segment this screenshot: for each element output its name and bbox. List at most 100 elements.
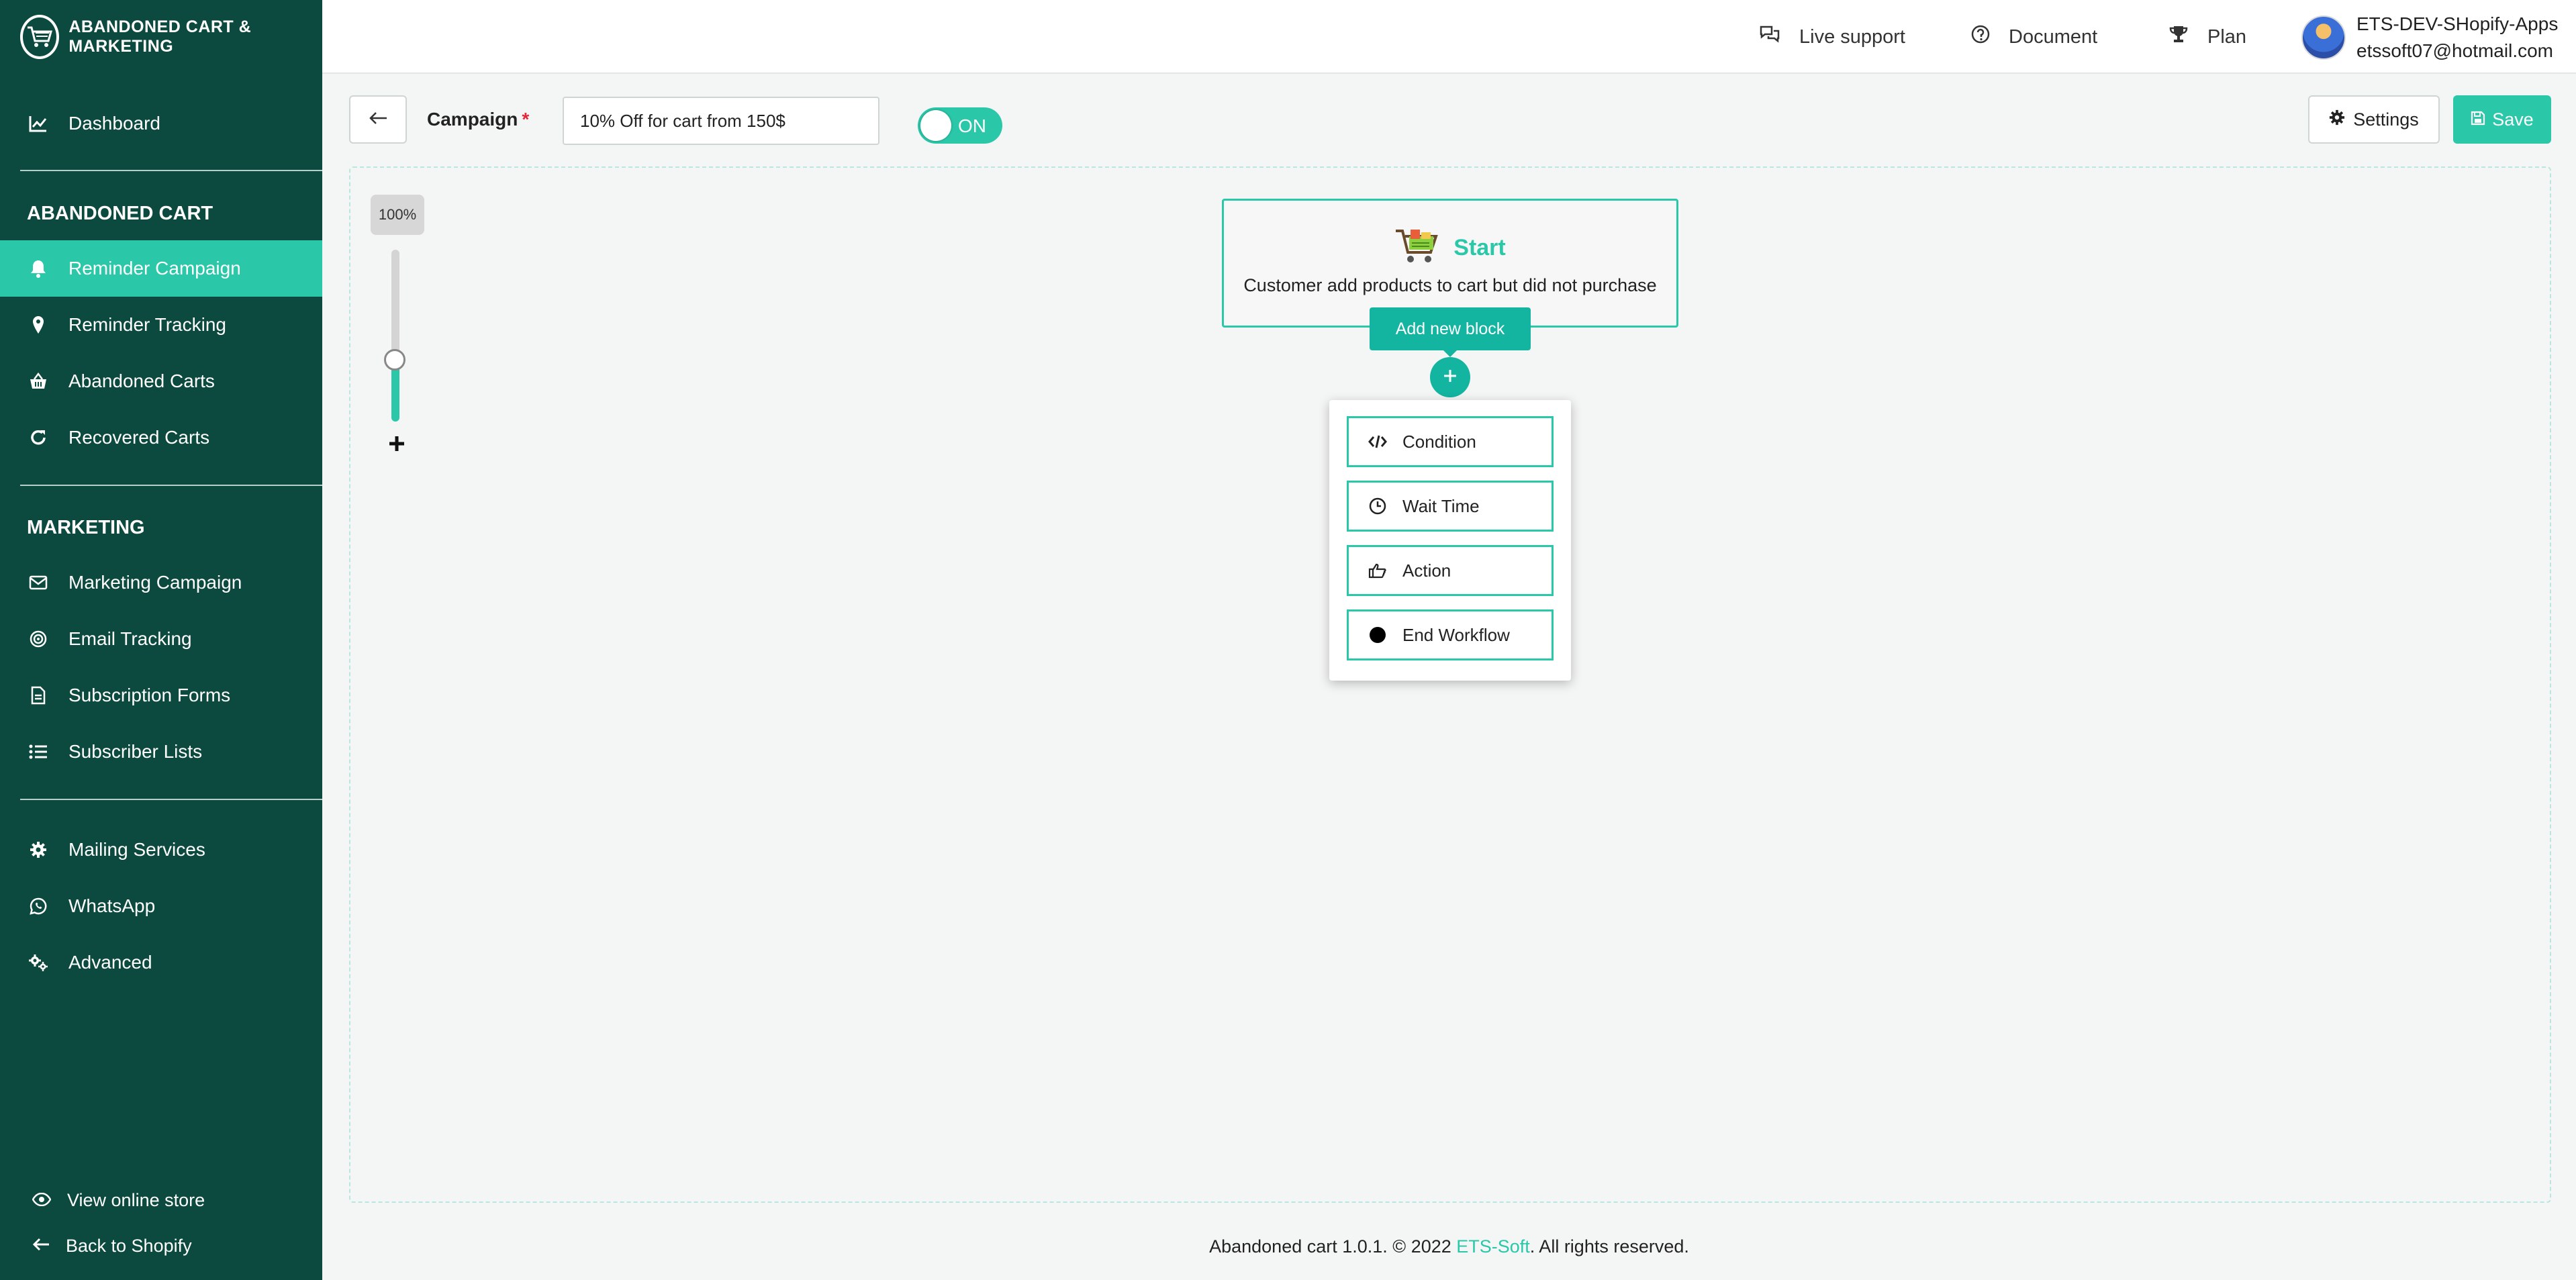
list-icon (28, 742, 48, 762)
sidebar-item-abandoned-carts[interactable]: Abandoned Carts (0, 353, 322, 409)
footer-ets-soft-link[interactable]: ETS-Soft (1456, 1236, 1530, 1257)
sidebar-item-label: Subscription Forms (68, 685, 231, 705)
campaign-status-toggle[interactable]: ON (918, 107, 1002, 144)
sidebar-item-email-tracking[interactable]: Email Tracking (0, 611, 322, 667)
sidebar-item-marketing-campaign[interactable]: Marketing Campaign (0, 554, 322, 611)
gear-icon (2329, 109, 2345, 130)
plus-icon (385, 436, 408, 458)
required-mark: * (522, 109, 530, 130)
map-pin-icon (28, 315, 48, 335)
save-label: Save (2492, 109, 2534, 130)
tooltip-arrow (1442, 349, 1458, 357)
sidebar-item-label: Email Tracking (68, 628, 192, 649)
clock-icon (1368, 496, 1388, 516)
toggle-label: ON (958, 115, 986, 136)
arrow-left-icon (32, 1236, 50, 1257)
hand-pointer-icon (1368, 560, 1388, 581)
back-button[interactable] (349, 95, 407, 144)
sidebar-item-whatsapp[interactable]: WhatsApp (0, 878, 322, 934)
trophy-icon (2168, 25, 2189, 49)
document-label: Document (2009, 26, 2098, 48)
section-heading-abandoned-cart: ABANDONED CART (27, 203, 213, 224)
menu-option-action[interactable]: Action (1347, 545, 1554, 596)
shop-info: ETS-DEV-SHopify-Apps etssoft07@hotmail.c… (2356, 11, 2558, 64)
sidebar-item-label: Reminder Campaign (68, 258, 241, 279)
sidebar-divider (20, 485, 322, 486)
back-to-shopify-link[interactable]: Back to Shopify (0, 1226, 322, 1266)
view-online-store-link[interactable]: View online store (0, 1180, 322, 1220)
save-button[interactable]: Save (2453, 95, 2551, 144)
settings-label: Settings (2353, 109, 2419, 130)
sidebar-item-label: Marketing Campaign (68, 572, 242, 593)
menu-option-end-workflow[interactable]: End Workflow (1347, 609, 1554, 660)
gears-icon (28, 952, 48, 973)
zoom-in-button[interactable] (385, 432, 408, 455)
campaign-label-text: Campaign (427, 109, 518, 130)
menu-option-label: Condition (1402, 431, 1476, 452)
settings-button[interactable]: Settings (2308, 95, 2440, 144)
footer-prefix: Abandoned cart 1.0.1. © 2022 (1209, 1236, 1457, 1257)
shop-email: etssoft07@hotmail.com (2356, 40, 2553, 61)
shop-avatar (2301, 15, 2346, 60)
shop-account[interactable]: ETS-DEV-SHopify-Apps etssoft07@hotmail.c… (2301, 11, 2558, 64)
footer: Abandoned cart 1.0.1. © 2022 ETS-Soft. A… (322, 1236, 2576, 1257)
code-icon (1368, 432, 1388, 452)
toggle-knob (920, 110, 951, 141)
plan-label: Plan (2207, 26, 2247, 48)
chat-bubbles-icon (1759, 25, 1780, 49)
sidebar-item-label: Recovered Carts (68, 427, 210, 448)
sidebar-item-reminder-campaign[interactable]: Reminder Campaign (0, 240, 322, 297)
menu-option-label: Wait Time (1402, 495, 1480, 516)
zoom-level-label: 100% (371, 195, 424, 235)
sidebar-item-reminder-tracking[interactable]: Reminder Tracking (0, 297, 322, 353)
sidebar-item-label: Advanced (68, 952, 152, 973)
target-icon (28, 629, 48, 649)
start-block-description: Customer add products to cart but did no… (1243, 275, 1657, 295)
zoom-slider-handle[interactable] (384, 349, 406, 371)
eye-icon (32, 1190, 52, 1211)
plus-icon (1441, 367, 1459, 388)
sidebar-item-label: WhatsApp (68, 895, 156, 916)
sidebar-item-label: Mailing Services (68, 839, 205, 860)
refresh-icon (28, 428, 48, 448)
question-circle-icon (1971, 25, 1990, 49)
sidebar-item-mailing-services[interactable]: Mailing Services (0, 822, 322, 878)
view-online-store-label: View online store (67, 1189, 205, 1210)
sidebar-item-advanced[interactable]: Advanced (0, 934, 322, 991)
sidebar-item-subscriber-lists[interactable]: Subscriber Lists (0, 724, 322, 780)
document-icon (28, 685, 48, 705)
campaign-name-input[interactable] (563, 97, 879, 145)
sidebar: ABANDONED CART & MARKETING Dashboard ABA… (0, 0, 322, 1280)
sidebar-item-recovered-carts[interactable]: Recovered Carts (0, 409, 322, 466)
envelope-icon (28, 573, 48, 593)
campaign-label: Campaign * (427, 109, 529, 130)
whatsapp-icon (28, 896, 48, 916)
cart-logo-icon (20, 15, 60, 59)
basket-icon (28, 371, 48, 391)
menu-option-wait-time[interactable]: Wait Time (1347, 481, 1554, 532)
shopping-cart-icon (1394, 227, 1440, 269)
sidebar-item-label: Abandoned Carts (68, 371, 215, 391)
menu-option-label: Action (1402, 560, 1451, 581)
document-link[interactable]: Document (1971, 0, 2097, 74)
sidebar-divider (20, 170, 322, 171)
app-logo[interactable]: ABANDONED CART & MARKETING (20, 13, 322, 60)
sidebar-divider (20, 799, 322, 800)
gear-icon (28, 840, 48, 860)
menu-option-condition[interactable]: Condition (1347, 416, 1554, 467)
add-block-plus-button[interactable] (1430, 357, 1470, 397)
add-new-block-button[interactable]: Add new block (1370, 307, 1531, 350)
floppy-disk-icon (2471, 109, 2485, 130)
top-bar: Live support Document Plan ETS-DEV-SHopi… (322, 0, 2576, 74)
sidebar-item-dashboard[interactable]: Dashboard (0, 95, 322, 152)
chart-line-icon (28, 113, 48, 134)
plan-link[interactable]: Plan (2168, 0, 2246, 74)
start-block-title: Start (1222, 227, 1678, 269)
live-support-label: Live support (1799, 26, 1905, 48)
start-title-label: Start (1453, 235, 1506, 260)
shop-name: ETS-DEV-SHopify-Apps (2356, 13, 2559, 34)
sidebar-item-subscription-forms[interactable]: Subscription Forms (0, 667, 322, 724)
section-heading-marketing: MARKETING (27, 517, 145, 538)
app-title: ABANDONED CART & MARKETING (68, 17, 252, 56)
live-support-link[interactable]: Live support (1759, 0, 1905, 74)
